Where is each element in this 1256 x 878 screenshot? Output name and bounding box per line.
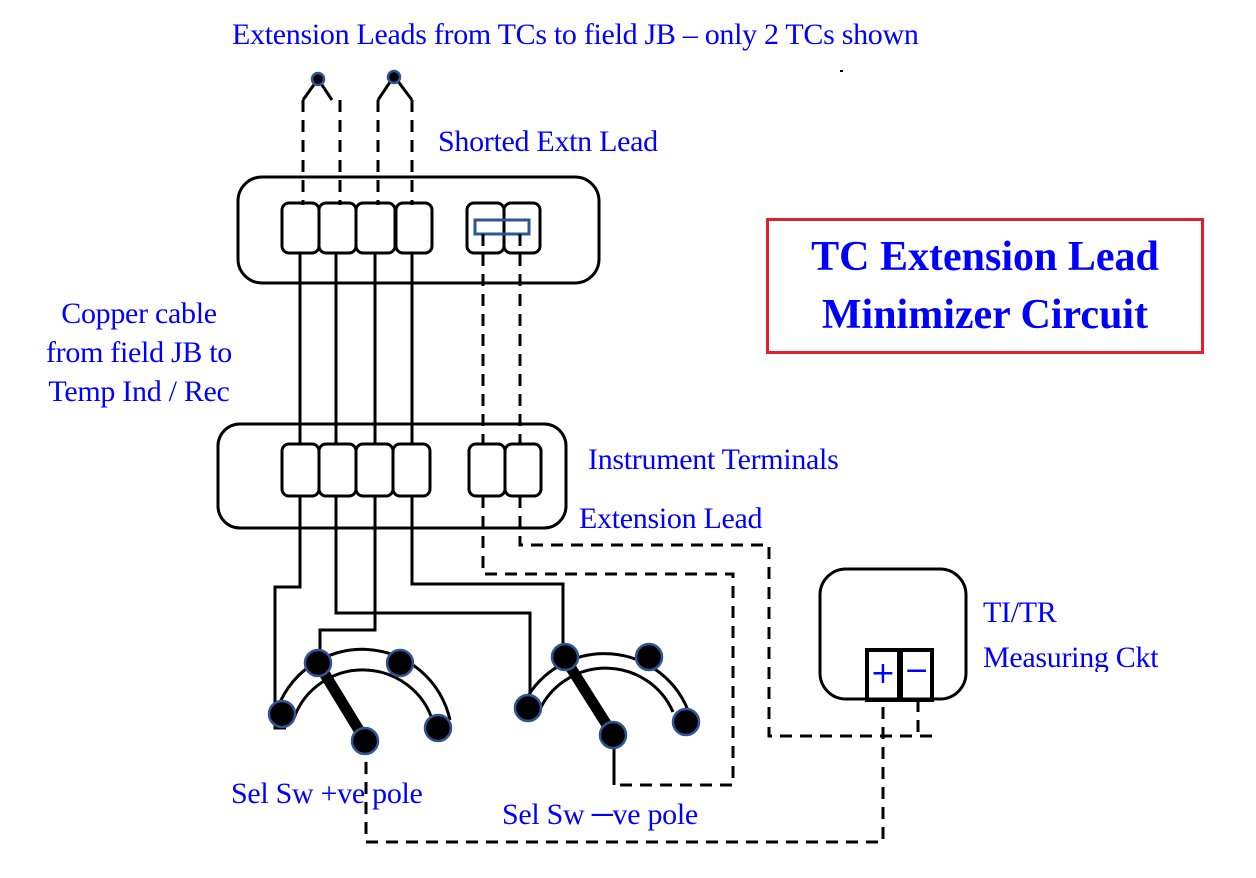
selector-switch-negative — [513, 642, 701, 785]
copper-cable-line-3: Temp Ind / Rec — [48, 375, 230, 408]
measuring-ckt-label: Measuring Ckt — [983, 641, 1159, 672]
field-jb-terminals — [280, 201, 542, 255]
copper-cable-line-2: from field JB to — [45, 336, 232, 369]
switch-neg-contact-2 — [550, 642, 580, 672]
switch-pos-contact-1 — [267, 699, 297, 729]
switch-neg-contact-1 — [513, 693, 543, 723]
thermocouple-2 — [376, 69, 414, 101]
switch-neg-contact-4 — [671, 707, 701, 737]
extension-lead-label: Extension Lead — [579, 502, 763, 535]
switch-neg-contact-3 — [634, 642, 664, 672]
tc-extension-leads — [301, 100, 414, 205]
tc1-junction-icon — [310, 71, 326, 87]
sel-sw-pos-label: Sel Sw +ve pole — [231, 777, 423, 810]
shorted-extn-lead-wires — [481, 234, 522, 445]
plus-sign: + — [870, 656, 896, 691]
field-jb-box — [236, 175, 601, 285]
ti-tr-label: TI/TR — [983, 596, 1057, 629]
copper-cable-line-1: Copper cable — [61, 297, 217, 330]
switch-pos-contact-3 — [385, 648, 415, 678]
instrument-terminals-label: Instrument Terminals — [588, 443, 839, 476]
tc2-junction-icon — [386, 69, 402, 85]
switch-pos-contact-4 — [423, 713, 453, 743]
sel-sw-neg-label: Sel Sw ─ve pole — [502, 798, 698, 831]
switch-feed-wires — [273, 496, 565, 730]
title-line-1: TC Extension Lead — [811, 234, 1159, 280]
selector-switch-positive — [267, 647, 453, 756]
shorted-extn-lead-label: Shorted Extn Lead — [438, 125, 658, 158]
switch-neg-common — [598, 720, 628, 750]
top-caption: Extension Leads from TCs to field JB – o… — [232, 18, 919, 51]
instrument-terminals — [280, 442, 543, 498]
title-line-2: Minimizer Circuit — [821, 292, 1149, 338]
switch-pos-common — [350, 726, 380, 756]
switch-pos-contact-2 — [303, 648, 333, 678]
shorting-link — [473, 218, 531, 236]
minus-sign: ─ — [907, 654, 926, 689]
copper-cable-label: Copper cable from field JB to Temp Ind /… — [20, 294, 258, 411]
thermocouple-1 — [301, 71, 334, 101]
title-box: TC Extension Lead Minimizer Circuit — [766, 218, 1204, 354]
